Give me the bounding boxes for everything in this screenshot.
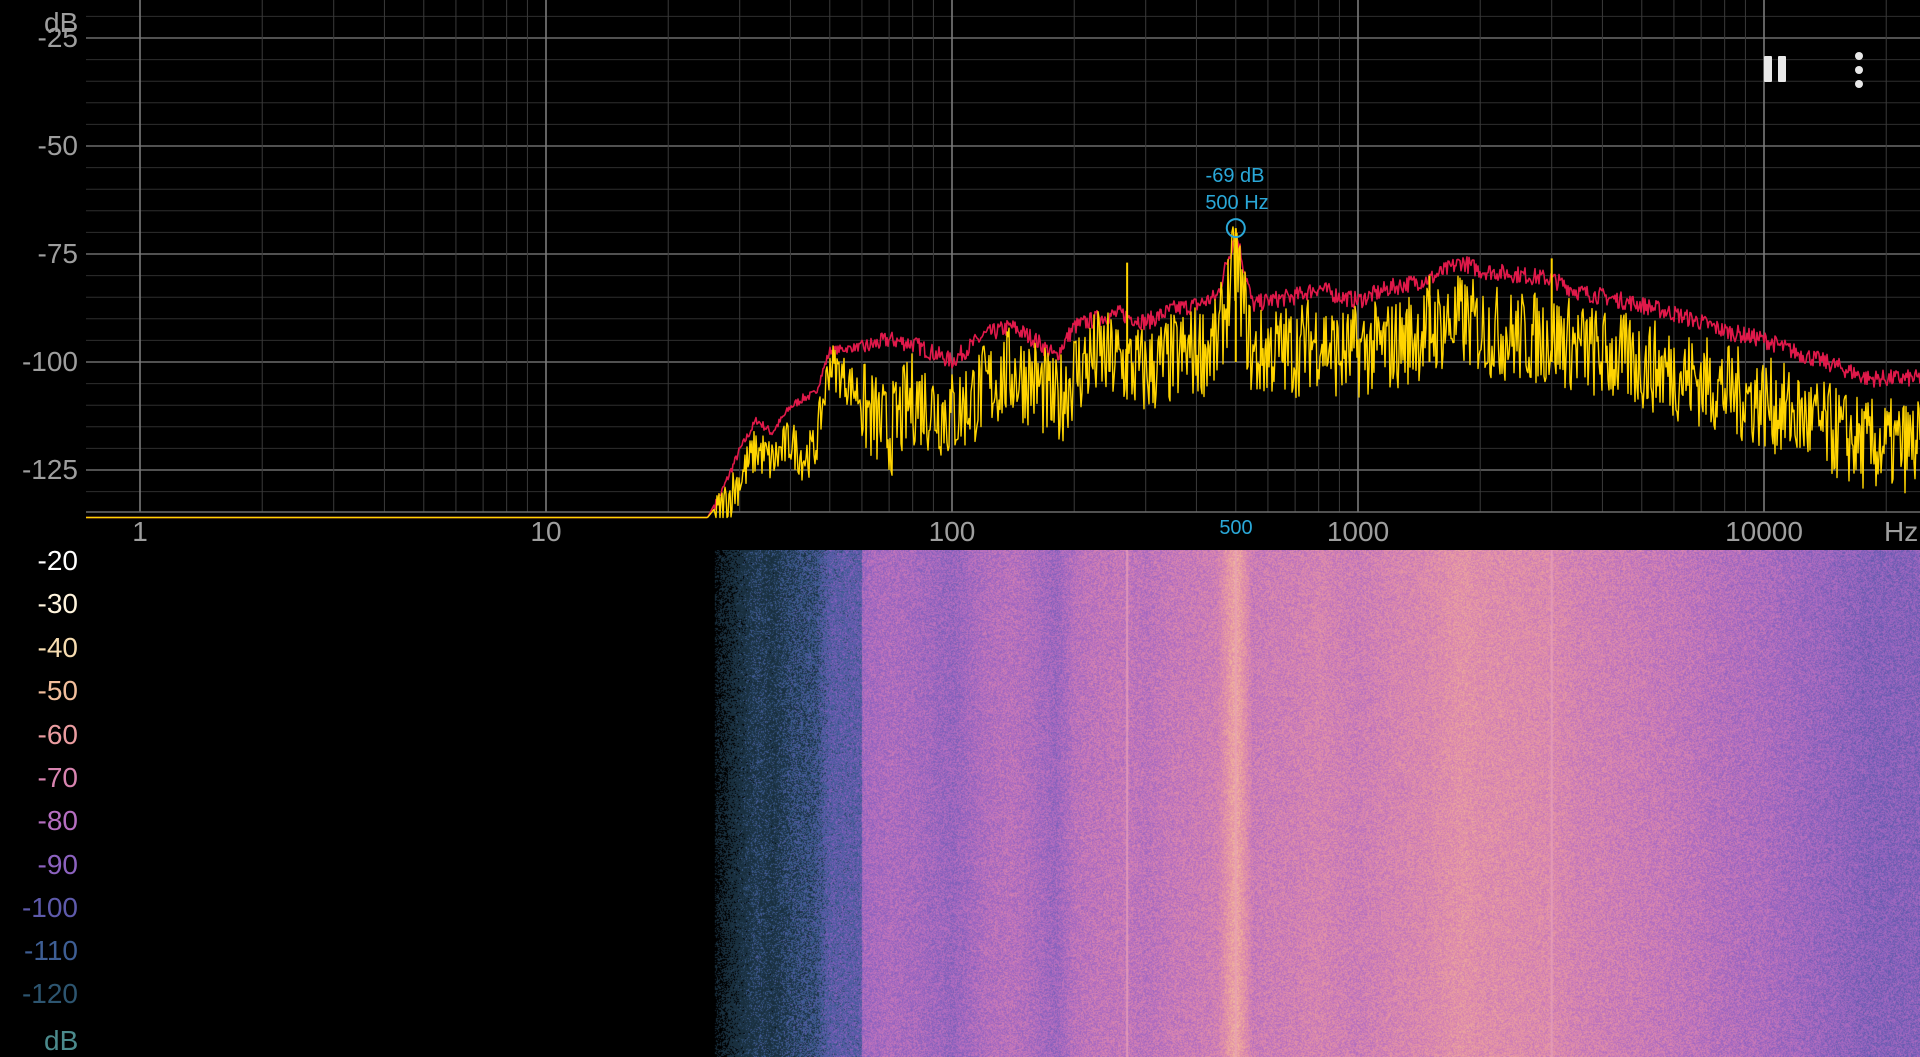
peak-frequency-readout: 500 Hz	[1205, 192, 1269, 214]
x-tick-label: 1	[132, 516, 148, 547]
current-spectrum-trace	[86, 226, 1920, 519]
color-scale-unit: dB	[44, 1025, 79, 1056]
spectrogram[interactable]: -20 -30 -40 -50 -60 -70 -80 -90 -100 -11…	[0, 545, 1920, 1057]
x-tick-label: 1000	[1326, 516, 1390, 547]
y-tick-label: -100	[21, 346, 78, 377]
x-tick-label: 10	[530, 516, 562, 547]
more-vert-icon	[1855, 66, 1863, 74]
color-scale-label: -100	[21, 892, 78, 923]
color-scale-label: -60	[37, 719, 78, 750]
x-tick-label: 100	[928, 516, 976, 547]
x-axis-unit: Hz	[1884, 516, 1919, 547]
color-scale-label: -120	[21, 978, 78, 1009]
color-scale-label: -90	[37, 849, 78, 880]
color-scale-label: -80	[37, 805, 78, 836]
y-tick-label: -75	[37, 238, 78, 269]
color-scale-label: -70	[37, 762, 78, 793]
y-tick-label: -25	[37, 22, 78, 53]
peak-level-readout: -69 dB	[1205, 165, 1265, 187]
spectrum-plot[interactable]: dB -25 -50 -75 -100 -125 1 10 100 1000 1…	[0, 0, 1920, 550]
peak-axis-marker: 500	[1219, 517, 1253, 539]
x-tick-label: 10000	[1725, 516, 1803, 547]
y-tick-label: -125	[21, 454, 78, 485]
more-vert-icon	[1855, 52, 1863, 60]
pause-icon	[1778, 56, 1786, 82]
color-scale-label: -110	[24, 935, 78, 966]
color-scale-label: -50	[37, 675, 78, 706]
color-scale-label: -20	[37, 545, 78, 576]
pause-button[interactable]	[1758, 50, 1792, 90]
spectrum-analyzer-screen: dB -25 -50 -75 -100 -125 1 10 100 1000 1…	[0, 0, 1920, 1057]
spectrogram-waterfall	[0, 550, 1920, 1057]
color-scale-label: -40	[37, 632, 78, 663]
more-options-button[interactable]	[1844, 48, 1874, 92]
spectrum-graph	[86, 0, 1920, 519]
pause-icon	[1764, 56, 1772, 82]
more-vert-icon	[1855, 80, 1863, 88]
y-tick-label: -50	[37, 130, 78, 161]
color-scale-label: -30	[37, 588, 78, 619]
